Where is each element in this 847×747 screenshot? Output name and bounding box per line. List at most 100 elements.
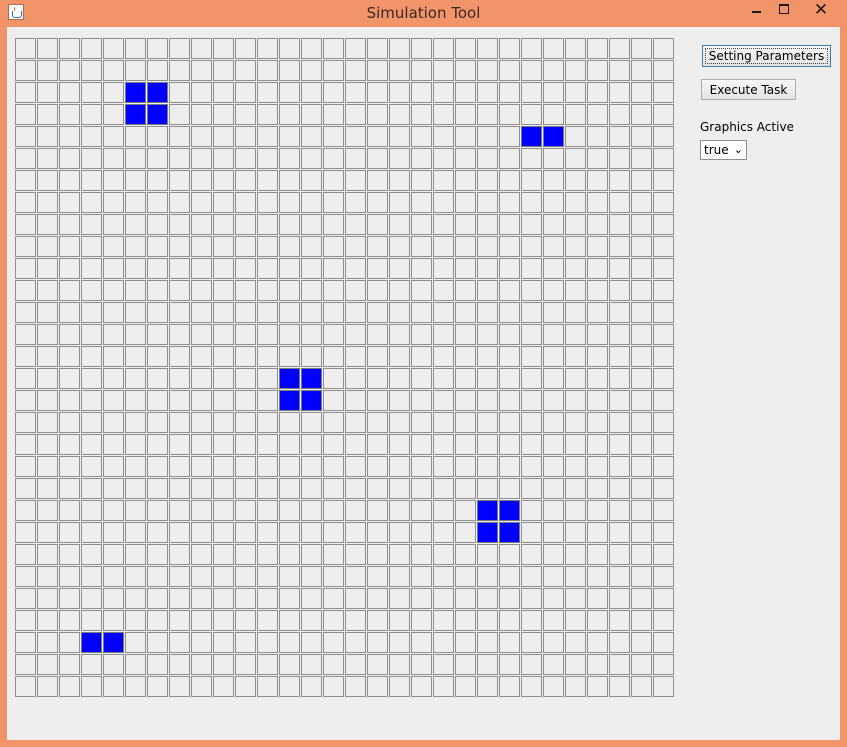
grid-cell[interactable] <box>191 148 212 169</box>
grid-cell[interactable] <box>477 236 498 257</box>
grid-cell[interactable] <box>609 258 630 279</box>
grid-cell[interactable] <box>279 104 300 125</box>
grid-cell-active[interactable] <box>301 390 322 411</box>
grid-cell[interactable] <box>521 544 542 565</box>
grid-cell[interactable] <box>169 126 190 147</box>
grid-cell[interactable] <box>565 434 586 455</box>
grid-cell[interactable] <box>499 478 520 499</box>
grid-cell[interactable] <box>433 456 454 477</box>
grid-cell[interactable] <box>15 544 36 565</box>
grid-cell[interactable] <box>59 456 80 477</box>
grid-cell[interactable] <box>433 368 454 389</box>
grid-cell[interactable] <box>411 566 432 587</box>
grid-cell[interactable] <box>411 676 432 697</box>
grid-cell[interactable] <box>323 676 344 697</box>
grid-cell[interactable] <box>587 434 608 455</box>
grid-cell[interactable] <box>235 478 256 499</box>
grid-cell[interactable] <box>455 236 476 257</box>
grid-cell[interactable] <box>15 522 36 543</box>
grid-cell[interactable] <box>433 500 454 521</box>
grid-cell[interactable] <box>389 170 410 191</box>
grid-cell[interactable] <box>301 412 322 433</box>
grid-cell[interactable] <box>455 368 476 389</box>
grid-cell[interactable] <box>543 214 564 235</box>
grid-cell[interactable] <box>587 544 608 565</box>
grid-cell[interactable] <box>653 676 674 697</box>
grid-cell[interactable] <box>15 566 36 587</box>
grid-cell[interactable] <box>565 148 586 169</box>
grid-cell[interactable] <box>521 280 542 301</box>
grid-cell[interactable] <box>235 258 256 279</box>
grid-cell[interactable] <box>389 324 410 345</box>
grid-cell[interactable] <box>59 192 80 213</box>
grid-cell[interactable] <box>323 544 344 565</box>
grid-cell[interactable] <box>81 412 102 433</box>
grid-cell[interactable] <box>631 214 652 235</box>
grid-cell[interactable] <box>389 148 410 169</box>
grid-cell[interactable] <box>543 566 564 587</box>
grid-cell[interactable] <box>323 632 344 653</box>
grid-cell[interactable] <box>15 368 36 389</box>
grid-cell[interactable] <box>125 170 146 191</box>
grid-cell[interactable] <box>301 654 322 675</box>
grid-cell[interactable] <box>543 148 564 169</box>
grid-cell[interactable] <box>609 148 630 169</box>
grid-cell[interactable] <box>147 302 168 323</box>
grid-cell[interactable] <box>213 82 234 103</box>
grid-cell[interactable] <box>103 478 124 499</box>
grid-cell[interactable] <box>257 170 278 191</box>
grid-cell[interactable] <box>301 588 322 609</box>
grid-cell[interactable] <box>345 610 366 631</box>
grid-cell[interactable] <box>367 324 388 345</box>
grid-cell[interactable] <box>103 522 124 543</box>
grid-cell[interactable] <box>477 82 498 103</box>
grid-cell[interactable] <box>37 676 58 697</box>
grid-cell[interactable] <box>125 38 146 59</box>
grid-cell[interactable] <box>587 302 608 323</box>
grid-cell[interactable] <box>59 60 80 81</box>
grid-cell[interactable] <box>125 192 146 213</box>
grid-cell[interactable] <box>59 170 80 191</box>
grid-cell[interactable] <box>587 60 608 81</box>
grid-cell[interactable] <box>653 610 674 631</box>
grid-cell[interactable] <box>411 82 432 103</box>
grid-cell[interactable] <box>37 544 58 565</box>
grid-cell[interactable] <box>279 126 300 147</box>
grid-cell[interactable] <box>367 258 388 279</box>
grid-cell[interactable] <box>433 258 454 279</box>
grid-cell[interactable] <box>169 522 190 543</box>
grid-cell[interactable] <box>631 280 652 301</box>
grid-cell[interactable] <box>15 126 36 147</box>
grid-cell[interactable] <box>411 522 432 543</box>
grid-cell[interactable] <box>323 346 344 367</box>
grid-cell[interactable] <box>213 632 234 653</box>
grid-cell[interactable] <box>15 390 36 411</box>
grid-cell[interactable] <box>587 126 608 147</box>
grid-cell[interactable] <box>147 456 168 477</box>
grid-cell[interactable] <box>543 346 564 367</box>
grid-cell[interactable] <box>609 390 630 411</box>
grid-cell[interactable] <box>125 654 146 675</box>
grid-cell[interactable] <box>191 434 212 455</box>
grid-cell[interactable] <box>367 610 388 631</box>
grid-cell[interactable] <box>213 148 234 169</box>
grid-cell[interactable] <box>521 302 542 323</box>
grid-cell[interactable] <box>521 38 542 59</box>
grid-cell[interactable] <box>103 324 124 345</box>
grid-cell[interactable] <box>411 478 432 499</box>
grid-cell[interactable] <box>543 170 564 191</box>
grid-cell[interactable] <box>213 676 234 697</box>
grid-cell[interactable] <box>411 192 432 213</box>
grid-cell[interactable] <box>235 500 256 521</box>
grid-cell[interactable] <box>433 60 454 81</box>
grid-cell[interactable] <box>257 632 278 653</box>
grid-cell[interactable] <box>279 654 300 675</box>
grid-cell[interactable] <box>169 82 190 103</box>
grid-cell[interactable] <box>103 412 124 433</box>
grid-cell[interactable] <box>37 104 58 125</box>
grid-cell[interactable] <box>543 434 564 455</box>
grid-cell[interactable] <box>587 676 608 697</box>
grid-cell[interactable] <box>587 654 608 675</box>
grid-cell[interactable] <box>301 522 322 543</box>
grid-cell[interactable] <box>411 126 432 147</box>
